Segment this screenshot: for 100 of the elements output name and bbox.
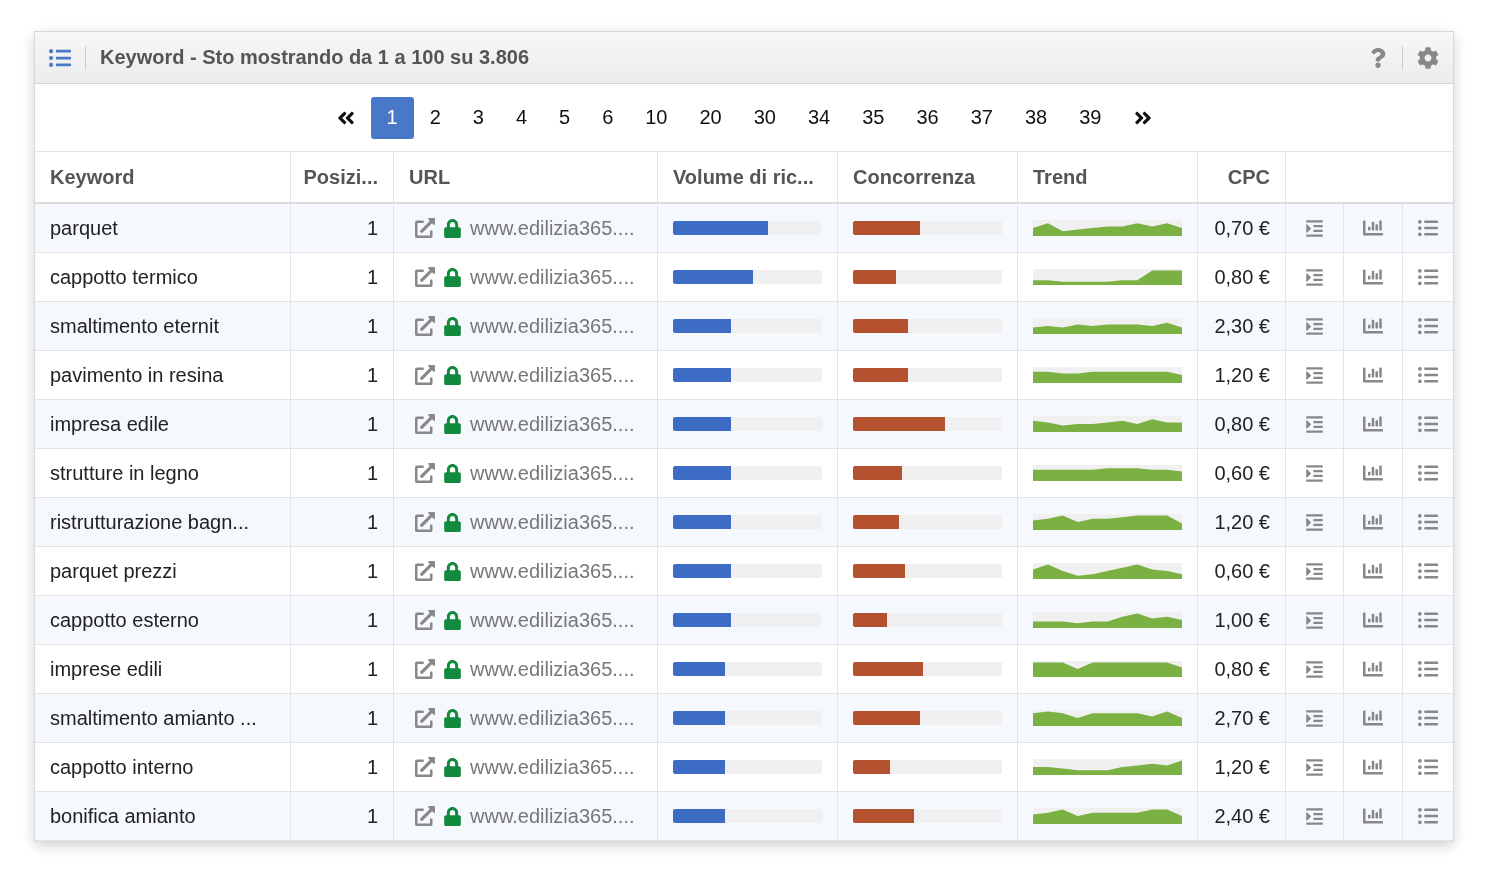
external-link-icon[interactable] — [415, 218, 435, 238]
external-link-icon[interactable] — [415, 316, 435, 336]
lock-icon — [443, 218, 462, 238]
url-link[interactable]: www.edilizia365.... — [470, 657, 635, 681]
position-cell: 1 — [366, 412, 378, 436]
bar-chart-icon[interactable] — [1363, 365, 1383, 385]
page-button[interactable]: 20 — [683, 96, 738, 139]
bar-chart-icon[interactable] — [1363, 806, 1383, 826]
list-icon[interactable] — [1418, 365, 1438, 385]
keyword-cell: bonifica amianto — [50, 804, 196, 828]
page-button[interactable]: 10 — [629, 96, 684, 139]
keyword-cell: cappotto esterno — [50, 608, 199, 632]
bar-chart-icon[interactable] — [1363, 267, 1383, 287]
bar-chart-icon[interactable] — [1363, 316, 1383, 336]
external-link-icon[interactable] — [415, 512, 435, 532]
indent-icon[interactable] — [1305, 316, 1324, 336]
cpc-cell: 0,60 € — [1214, 461, 1270, 485]
page-button[interactable]: 36 — [900, 96, 955, 139]
external-link-icon[interactable] — [415, 267, 435, 287]
settings-icon[interactable] — [1417, 46, 1439, 69]
keyword-cell: imprese edili — [50, 657, 163, 681]
external-link-icon[interactable] — [415, 463, 435, 483]
page-button[interactable]: 3 — [456, 96, 500, 139]
indent-icon[interactable] — [1305, 267, 1324, 287]
url-link[interactable]: www.edilizia365.... — [470, 363, 635, 387]
external-link-icon[interactable] — [415, 659, 435, 679]
indent-icon[interactable] — [1305, 610, 1324, 630]
indent-icon[interactable] — [1305, 512, 1324, 532]
list-icon[interactable] — [1418, 806, 1438, 826]
cpc-cell: 0,60 € — [1214, 559, 1270, 583]
bar-chart-icon[interactable] — [1363, 708, 1383, 728]
bar-chart-icon[interactable] — [1363, 659, 1383, 679]
page-button[interactable]: 5 — [543, 96, 587, 139]
page-button[interactable]: 35 — [846, 96, 901, 139]
page-button[interactable]: 30 — [737, 96, 792, 139]
page-button[interactable]: 2 — [413, 96, 457, 139]
list-icon[interactable] — [1418, 561, 1438, 581]
url-link[interactable]: www.edilizia365.... — [470, 559, 635, 583]
list-icon[interactable] — [1418, 463, 1438, 483]
external-link-icon[interactable] — [415, 708, 435, 728]
list-icon[interactable] — [1418, 659, 1438, 679]
external-link-icon[interactable] — [415, 561, 435, 581]
indent-icon[interactable] — [1305, 218, 1324, 238]
bar-chart-icon[interactable] — [1363, 512, 1383, 532]
position-cell: 1 — [366, 461, 378, 485]
indent-icon[interactable] — [1305, 365, 1324, 385]
indent-icon[interactable] — [1305, 708, 1324, 728]
position-cell: 1 — [366, 363, 378, 387]
external-link-icon[interactable] — [415, 365, 435, 385]
list-icon[interactable] — [1418, 218, 1438, 238]
external-link-icon[interactable] — [415, 610, 435, 630]
keyword-cell: ristrutturazione bagn... — [50, 510, 249, 534]
indent-icon[interactable] — [1305, 757, 1324, 777]
url-link[interactable]: www.edilizia365.... — [470, 265, 635, 289]
position-cell: 1 — [366, 804, 378, 828]
cpc-cell: 1,20 € — [1214, 510, 1270, 534]
list-icon[interactable] — [1418, 708, 1438, 728]
page-button[interactable]: 34 — [792, 96, 847, 139]
page-button[interactable]: 6 — [586, 96, 630, 139]
cpc-cell: 1,20 € — [1214, 755, 1270, 779]
indent-icon[interactable] — [1305, 463, 1324, 483]
lock-icon — [443, 610, 462, 630]
page-button[interactable]: 1 — [370, 96, 414, 139]
cpc-cell: 1,00 € — [1214, 608, 1270, 632]
position-cell: 1 — [366, 265, 378, 289]
list-icon[interactable] — [1418, 512, 1438, 532]
bar-chart-icon[interactable] — [1363, 610, 1383, 630]
bar-chart-icon[interactable] — [1363, 561, 1383, 581]
indent-icon[interactable] — [1305, 806, 1324, 826]
list-icon[interactable] — [1418, 757, 1438, 777]
cpc-cell: 2,30 € — [1214, 314, 1270, 338]
url-link[interactable]: www.edilizia365.... — [470, 461, 635, 485]
list-icon[interactable] — [1418, 316, 1438, 336]
page-button[interactable]: 4 — [499, 96, 543, 139]
indent-icon[interactable] — [1305, 414, 1324, 434]
page-button[interactable]: 39 — [1063, 96, 1118, 139]
keyword-cell: parquet prezzi — [50, 559, 177, 583]
position-cell: 1 — [366, 559, 378, 583]
list-icon[interactable] — [1418, 267, 1438, 287]
list-icon[interactable] — [1418, 610, 1438, 630]
external-link-icon[interactable] — [415, 806, 435, 826]
lock-icon — [443, 316, 462, 336]
list-icon[interactable] — [49, 46, 71, 69]
lock-icon — [443, 659, 462, 679]
url-link[interactable]: www.edilizia365.... — [470, 755, 635, 779]
page-button[interactable]: 37 — [954, 96, 1009, 139]
cpc-cell: 0,80 € — [1214, 412, 1270, 436]
indent-icon[interactable] — [1305, 561, 1324, 581]
keyword-cell: cappotto interno — [50, 755, 194, 779]
bar-chart-icon[interactable] — [1363, 463, 1383, 483]
bar-chart-icon[interactable] — [1363, 757, 1383, 777]
indent-icon[interactable] — [1305, 659, 1324, 679]
bar-chart-icon[interactable] — [1363, 414, 1383, 434]
external-link-icon[interactable] — [415, 757, 435, 777]
lock-icon — [443, 512, 462, 532]
bar-chart-icon[interactable] — [1363, 218, 1383, 238]
list-icon[interactable] — [1418, 414, 1438, 434]
external-link-icon[interactable] — [415, 414, 435, 434]
page-button[interactable]: 38 — [1009, 96, 1064, 139]
lock-icon — [443, 757, 462, 777]
